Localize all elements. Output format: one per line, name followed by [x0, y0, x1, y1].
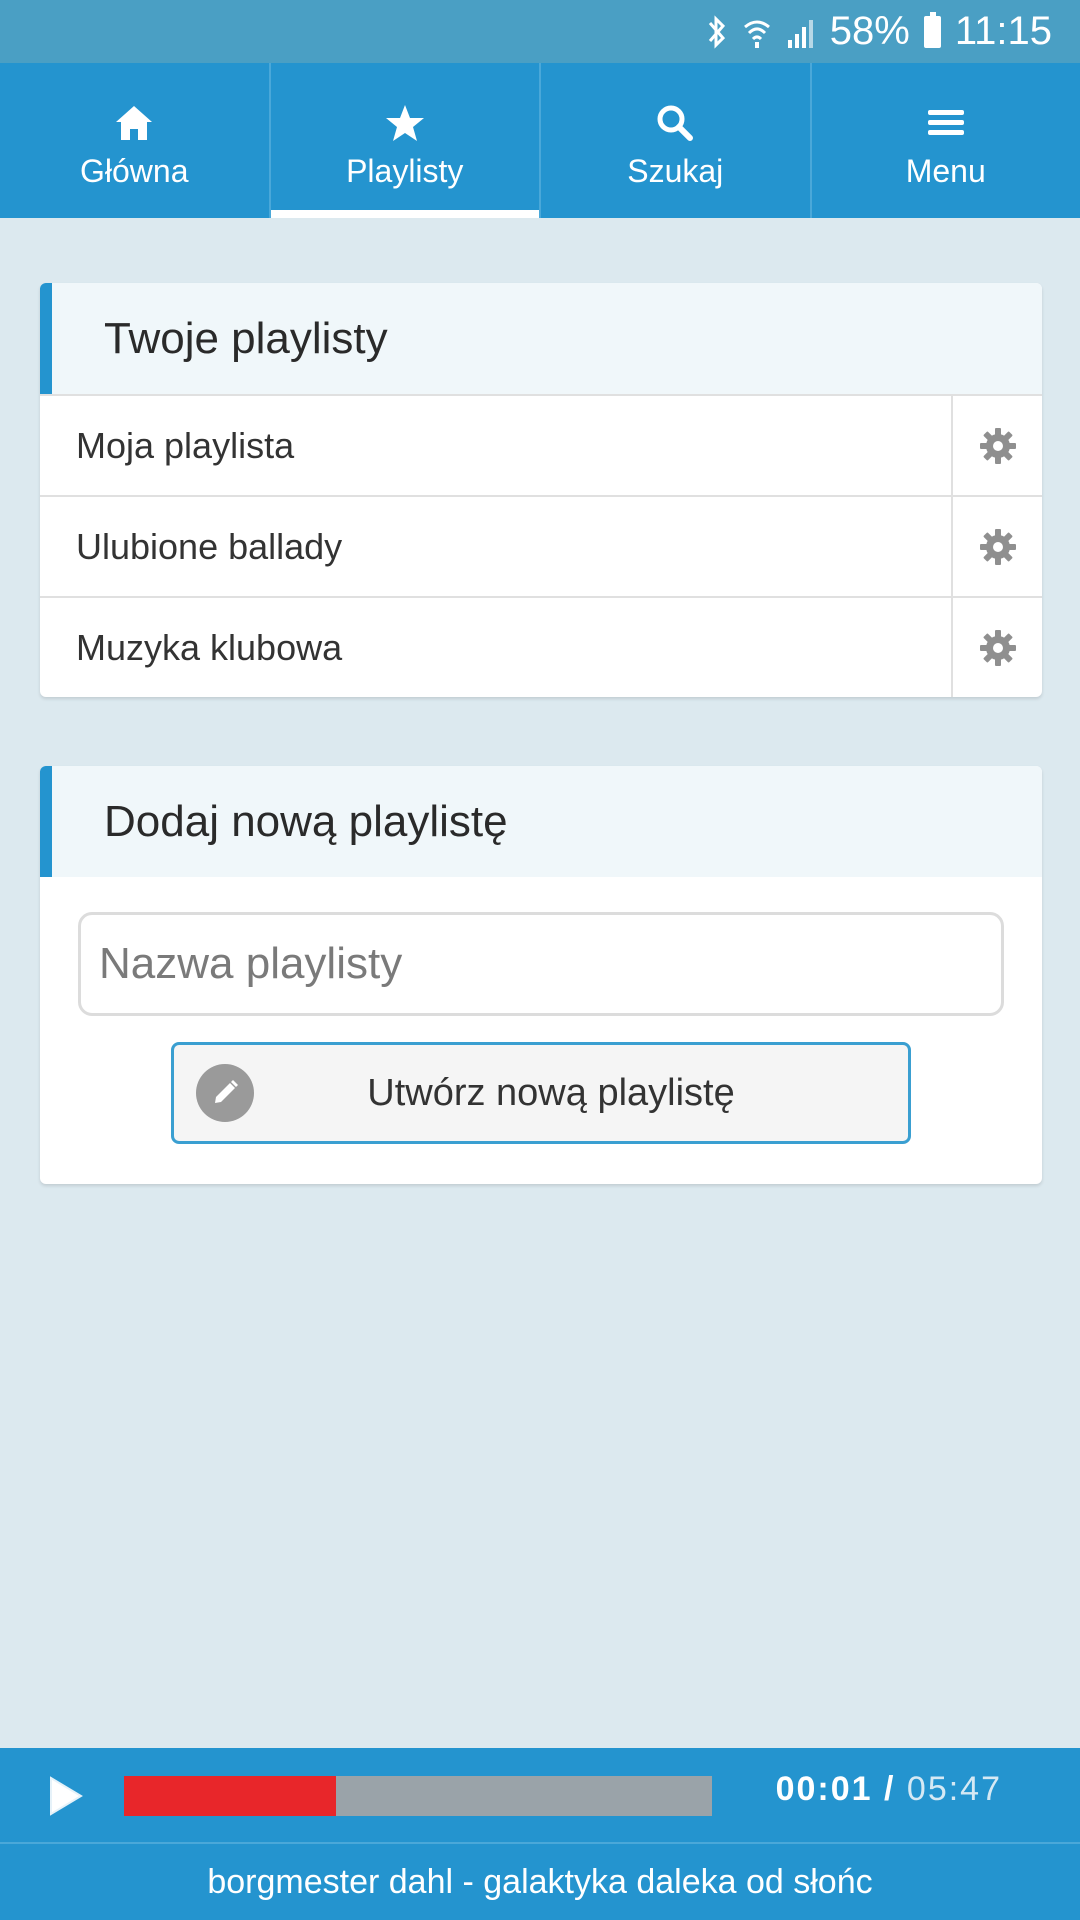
playlist-name-input[interactable]	[78, 912, 1004, 1016]
new-playlist-panel: Dodaj nową playlistę Utwórz nową playlis…	[40, 766, 1042, 1184]
top-navigation: Główna Playlisty Szukaj Menu	[0, 63, 1080, 218]
create-playlist-button[interactable]: Utwórz nową playlistę	[171, 1042, 911, 1144]
progress-bar[interactable]	[124, 1776, 712, 1816]
gear-icon[interactable]	[951, 396, 1042, 495]
wifi-icon	[742, 15, 772, 49]
clock: 11:15	[954, 9, 1052, 53]
search-icon	[655, 101, 695, 145]
star-icon	[385, 101, 425, 145]
list-item: Ulubione ballady	[40, 495, 1042, 596]
playlists-panel-title: Twoje playlisty	[40, 283, 1042, 394]
playlist-name[interactable]: Muzyka klubowa	[40, 598, 951, 697]
play-icon[interactable]	[48, 1775, 84, 1822]
new-playlist-panel-title: Dodaj nową playlistę	[40, 766, 1042, 877]
tab-label: Główna	[80, 153, 189, 189]
status-bar: 58% 11:15	[0, 0, 1080, 63]
tab-label: Playlisty	[346, 153, 464, 189]
tab-menu[interactable]: Menu	[811, 63, 1080, 218]
bluetooth-icon	[706, 14, 728, 50]
tab-glowna[interactable]: Główna	[0, 63, 271, 218]
playback-time: 00:01 / 05:47	[776, 1770, 1002, 1809]
gear-icon[interactable]	[951, 497, 1042, 596]
current-time: 00:01	[775, 1770, 873, 1808]
gear-icon[interactable]	[951, 598, 1042, 697]
playlist-name[interactable]: Ulubione ballady	[40, 497, 951, 596]
audio-player: 00:01 / 05:47 borgmester dahl - galaktyk…	[0, 1748, 1080, 1920]
tab-szukaj[interactable]: Szukaj	[541, 63, 812, 218]
total-time: 05:47	[906, 1770, 1002, 1808]
battery-icon	[923, 11, 941, 48]
list-item: Moja playlista	[40, 394, 1042, 495]
signal-icon	[786, 16, 816, 48]
track-title: borgmester dahl - galaktyka daleka od sł…	[207, 1862, 873, 1901]
tab-label: Menu	[905, 153, 986, 189]
list-item: Muzyka klubowa	[40, 596, 1042, 697]
playlist-name[interactable]: Moja playlista	[40, 396, 951, 495]
create-button-label: Utwórz nową playlistę	[367, 1071, 735, 1114]
pencil-icon	[196, 1064, 254, 1122]
hamburger-icon	[926, 101, 966, 145]
home-icon	[114, 101, 154, 145]
progress-fill	[124, 1776, 336, 1816]
tab-playlisty[interactable]: Playlisty	[270, 63, 541, 218]
tab-label: Szukaj	[627, 153, 724, 189]
playlists-panel: Twoje playlisty Moja playlista Ulubione …	[40, 283, 1042, 697]
battery-percent: 58%	[829, 9, 910, 53]
time-separator: /	[884, 1770, 896, 1808]
